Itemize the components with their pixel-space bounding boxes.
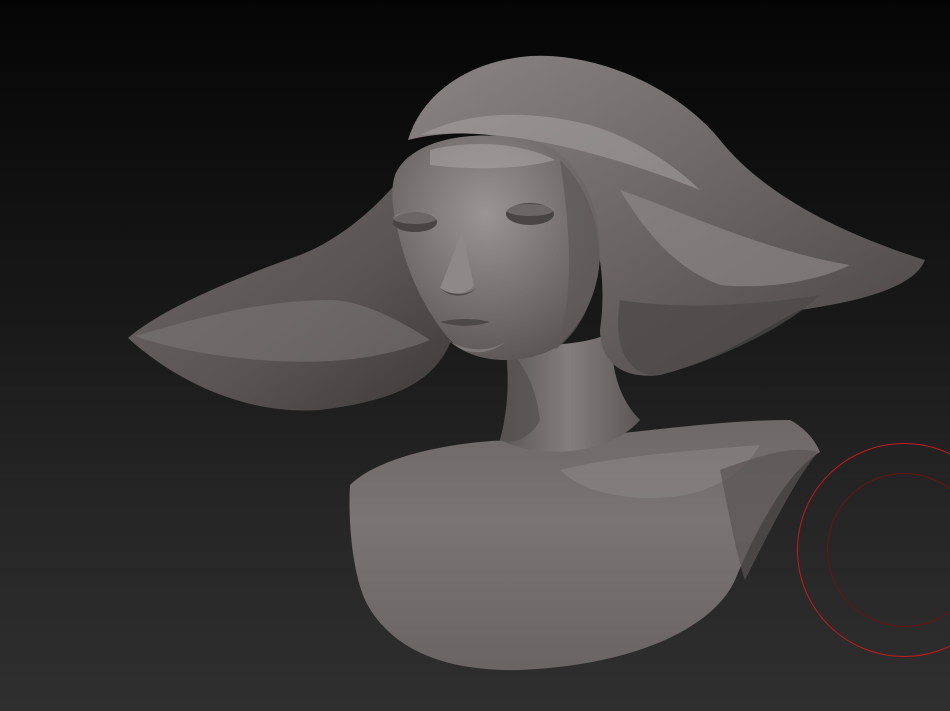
left-eye-lid bbox=[393, 212, 437, 224]
sculpt-model bbox=[128, 55, 925, 671]
right-eye-lid bbox=[506, 204, 554, 216]
sculpt-viewport[interactable] bbox=[0, 0, 950, 711]
hair-right-shadow bbox=[618, 295, 820, 376]
